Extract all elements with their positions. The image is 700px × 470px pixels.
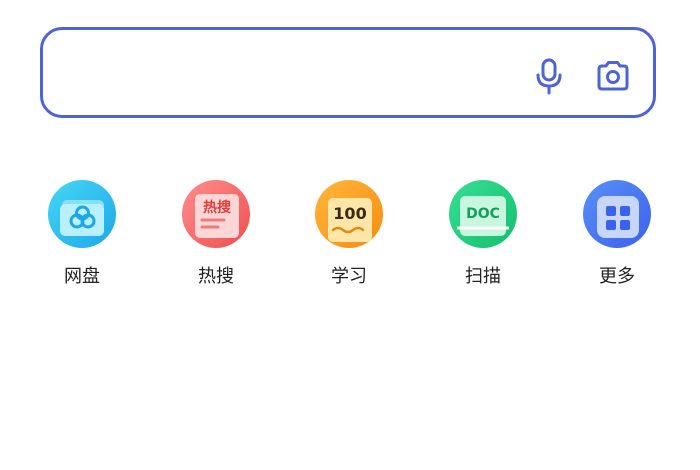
search-box[interactable]: [40, 27, 656, 118]
cloud-drive-icon: [48, 180, 116, 248]
shortcut-netdisk[interactable]: 网盘: [38, 178, 128, 288]
hot-search-icon-text: 热搜: [203, 199, 232, 216]
shortcut-label: 学习: [331, 266, 367, 287]
shortcut-label: 网盘: [64, 266, 100, 287]
shortcut-label: 热搜: [198, 266, 234, 287]
shortcut-hot-search[interactable]: 热搜 热搜: [172, 178, 262, 288]
more-grid-icon: [583, 180, 651, 248]
scan-icon-text: DOC: [466, 206, 500, 222]
search-input[interactable]: [61, 50, 525, 98]
shortcut-scan[interactable]: DOC 扫描: [439, 178, 529, 288]
scan-doc-icon: DOC: [449, 180, 517, 248]
camera-icon[interactable]: [593, 56, 633, 96]
study-icon: 100: [315, 180, 383, 248]
study-icon-text: 100: [333, 204, 366, 223]
shortcut-study[interactable]: 100 学习: [305, 178, 395, 288]
microphone-icon[interactable]: [529, 56, 569, 96]
shortcut-label: 扫描: [465, 266, 501, 287]
hot-search-icon: 热搜: [182, 180, 250, 248]
shortcut-label: 更多: [599, 266, 635, 287]
shortcut-more[interactable]: 更多: [573, 178, 663, 288]
